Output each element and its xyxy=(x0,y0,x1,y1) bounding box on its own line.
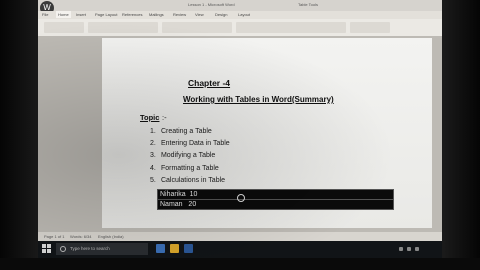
list-item: 4. Formatting a Table xyxy=(150,164,219,172)
mouse-cursor-icon xyxy=(237,194,245,202)
tab-insert[interactable]: Insert xyxy=(76,12,86,17)
status-page[interactable]: Page 1 of 1 xyxy=(44,234,64,239)
tab-review[interactable]: Review xyxy=(173,12,186,17)
network-icon[interactable] xyxy=(399,247,403,251)
table-row[interactable]: Niharika 10 xyxy=(157,189,394,200)
list-item: 2. Entering Data in Table xyxy=(150,140,230,148)
data-table[interactable]: Niharika 10 Naman 20 xyxy=(157,189,394,210)
status-language[interactable]: English (India) xyxy=(98,234,124,239)
windows-start-icon[interactable] xyxy=(42,244,52,254)
file-explorer-icon[interactable] xyxy=(170,244,179,253)
tab-page-layout[interactable]: Page Layout xyxy=(95,12,117,17)
volume-icon[interactable] xyxy=(407,247,411,251)
window-title: Lesson 1 - Microsoft Word xyxy=(188,2,235,7)
monitor-bezel-left xyxy=(0,0,40,270)
system-tray xyxy=(397,244,439,254)
word-taskbar-icon[interactable] xyxy=(184,244,193,253)
tab-layout[interactable]: Layout xyxy=(238,12,250,17)
table-cell[interactable]: Naman 20 xyxy=(157,199,394,210)
monitor-bezel-bottom xyxy=(0,258,480,270)
tab-mailings[interactable]: Mailings xyxy=(149,12,164,17)
monitor-bezel-right xyxy=(440,0,480,270)
topic-suffix: :- xyxy=(162,113,167,122)
list-item: 3. Modifying a Table xyxy=(150,152,216,160)
tab-design[interactable]: Design xyxy=(215,12,227,17)
search-placeholder: Type here to search xyxy=(70,246,110,251)
tab-home[interactable]: Home xyxy=(56,11,71,18)
document-subtitle: Working with Tables in Word(Summary) xyxy=(183,95,334,104)
tab-file[interactable]: File xyxy=(42,12,48,17)
screen: W Lesson 1 - Microsoft Word Table Tools … xyxy=(38,0,442,258)
tab-view[interactable]: View xyxy=(195,12,204,17)
status-words[interactable]: Words: 6/34 xyxy=(70,234,92,239)
title-bar: W Lesson 1 - Microsoft Word Table Tools xyxy=(38,0,442,15)
ribbon-group-styles[interactable] xyxy=(236,22,346,33)
topic-label: Topic xyxy=(140,113,160,122)
ribbon-group-clipboard[interactable] xyxy=(44,22,84,33)
status-bar: Page 1 of 1 Words: 6/34 English (India) xyxy=(38,232,442,241)
search-icon xyxy=(60,246,66,252)
list-item: 1. Creating a Table xyxy=(150,128,212,135)
ribbon-group-font[interactable] xyxy=(88,22,158,33)
ribbon-group-editing[interactable] xyxy=(350,22,390,33)
battery-icon[interactable] xyxy=(415,247,419,251)
windows-taskbar: Type here to search xyxy=(38,241,442,258)
table-row[interactable]: Naman 20 xyxy=(157,199,394,210)
table-cell[interactable]: Niharika 10 xyxy=(157,189,394,200)
topic-list: 1. Creating a Table 2. Entering Data in … xyxy=(150,128,230,189)
list-item: 5. Calculations in Table xyxy=(150,176,226,184)
ribbon-group-paragraph[interactable] xyxy=(162,22,232,33)
task-view-icon[interactable] xyxy=(156,244,165,253)
ribbon-body xyxy=(38,19,442,37)
ribbon-tab-bar: File Home Insert Page Layout References … xyxy=(38,11,442,19)
contextual-tab-title: Table Tools xyxy=(298,2,318,7)
tab-references[interactable]: References xyxy=(122,12,142,17)
chapter-heading: Chapter -4 xyxy=(188,78,231,88)
taskbar-search-input[interactable]: Type here to search xyxy=(56,243,148,255)
